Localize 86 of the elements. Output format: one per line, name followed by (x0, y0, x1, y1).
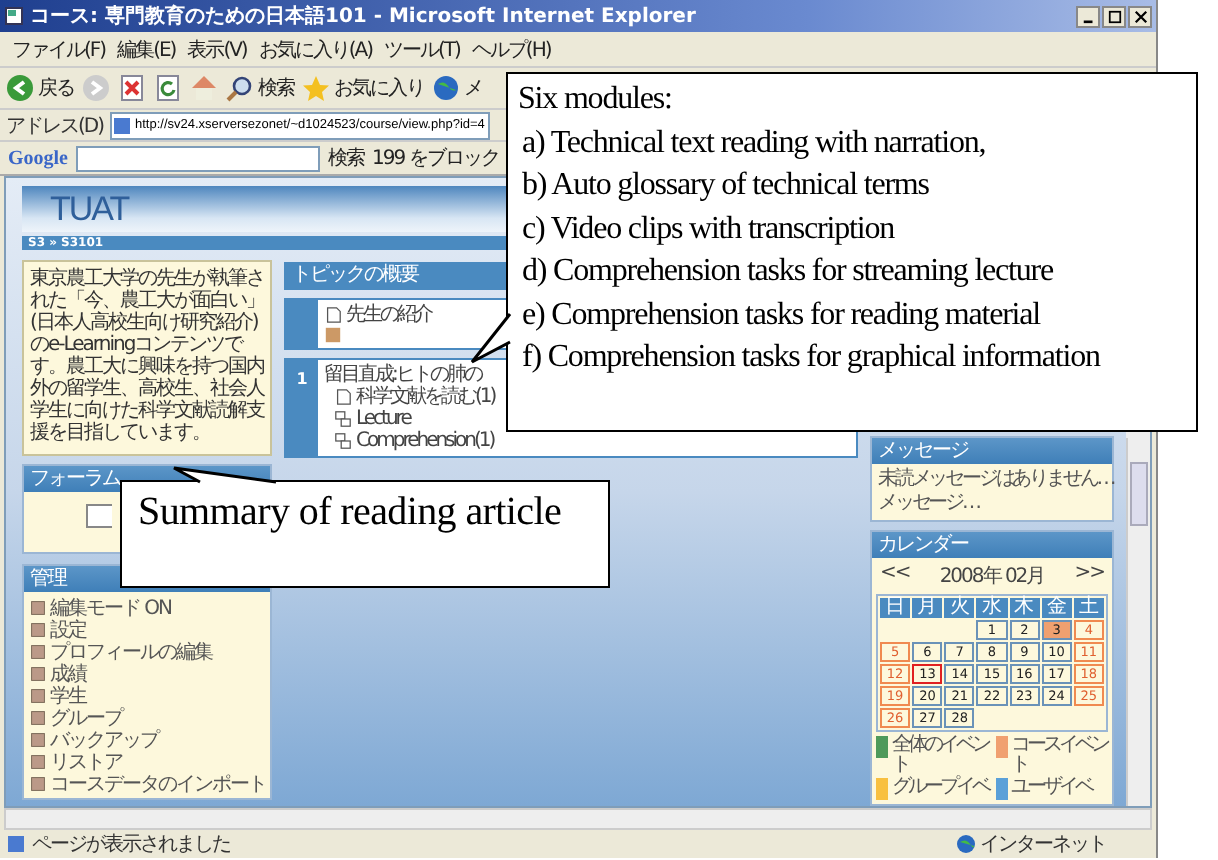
close-button[interactable] (1128, 5, 1152, 27)
weekday-header: 木 (1009, 598, 1040, 618)
media-button[interactable]: メ (432, 74, 482, 102)
globe-icon (956, 834, 976, 854)
admin-link[interactable]: 設定 (50, 615, 86, 643)
back-button[interactable]: 戻る (6, 74, 74, 102)
google-search-button[interactable]: 検索 (328, 144, 364, 172)
admin-link[interactable]: プロフィールの編集 (50, 637, 212, 665)
popup-blocker-button[interactable]: 199 をブロック (372, 144, 499, 172)
module-icon (334, 410, 352, 428)
callout-line: a) Technical text reading with narration, (520, 123, 988, 163)
refresh-icon[interactable] (154, 74, 182, 102)
menu-item[interactable]: ヘルプ(H) (471, 35, 551, 63)
weekday-header: 月 (912, 598, 943, 618)
section-title: トピックの概要 (292, 264, 418, 286)
star-icon (302, 74, 330, 102)
minimize-button[interactable] (1076, 5, 1100, 27)
search-field[interactable] (86, 504, 112, 528)
next-month-link[interactable]: >> (1074, 562, 1104, 590)
page-icon (111, 115, 132, 135)
admin-link[interactable]: 編集モード ON (50, 593, 172, 621)
window-title: コース: 専門教育のための日本語101 - Microsoft Internet Explorer (30, 2, 698, 30)
block-title: フォーラム (30, 468, 120, 490)
globe-icon (432, 74, 460, 102)
previous-month-link[interactable]: << (880, 562, 910, 590)
google-search-field[interactable] (76, 145, 320, 171)
status-text: ページが表示されました (32, 831, 232, 858)
callout-line: b) Auto glossary of technical terms (520, 166, 931, 206)
page-icon (6, 834, 26, 854)
callout-line: f) Comprehension tasks for graphical information (520, 338, 1103, 378)
menu-item[interactable]: 表示(V) (187, 35, 247, 63)
block-title: カレンダー (878, 534, 968, 556)
resource-link[interactable]: 先生の紹介 (346, 304, 431, 326)
admin-link[interactable]: グループ (50, 703, 122, 731)
callout-title: Summary of reading article (138, 490, 564, 536)
menu-item[interactable]: 編集(E) (117, 35, 176, 63)
close-icon (1133, 9, 1147, 23)
resource-link[interactable]: Comprehension(1) (356, 430, 494, 452)
weekday-header: 火 (944, 598, 975, 618)
weekday-header: 日 (880, 598, 911, 618)
favorites-button[interactable]: お気に入り (302, 74, 424, 102)
legend-label: 全体のイベント (892, 736, 989, 776)
maximize-button[interactable] (1102, 5, 1126, 27)
back-icon (6, 74, 34, 102)
page-icon (4, 6, 24, 26)
resource-link[interactable]: 科学文献を読む(1) (356, 386, 495, 408)
admin-link[interactable]: 学生 (50, 681, 86, 709)
legend-label: ユーザイベ (1011, 778, 1091, 798)
callout-line: d) Comprehension tasks for streaming lecture (520, 252, 1056, 292)
address-label: アドレス(D) (6, 113, 104, 139)
search-button[interactable]: 検索 (226, 74, 294, 102)
badge-icon (324, 326, 342, 344)
callout-title: Six modules: (518, 80, 674, 120)
section-number: 1 (296, 370, 308, 392)
vertical-scrollbar[interactable] (1126, 438, 1150, 806)
summary-text: 東京農工大学の先生が執筆された「今、農工大が面白い」(日本人高校生向け研究紹介)のe-Learningコンテンツです。農工大に興味を持つ国内外の留学生、高校生、社会人学生に向けた科学文献読解支援を目指しています。 (22, 260, 272, 456)
callout-line: e) Comprehension tasks for reading material (520, 295, 1043, 335)
stop-icon[interactable] (118, 74, 146, 102)
weekday-header: 水 (976, 598, 1008, 618)
admin-link[interactable]: 成績 (50, 659, 86, 687)
legend-label: コースイベント (1011, 736, 1108, 776)
menu-item[interactable]: ファイル(F) (12, 35, 106, 63)
weekday-header: 土 (1073, 598, 1104, 618)
topic-title: 留目直成:ヒトの肺の (324, 364, 484, 386)
module-icon (334, 432, 352, 450)
google-logo[interactable]: Google (8, 147, 68, 169)
legend-label: グループイベ (892, 778, 988, 798)
admin-link[interactable]: コースデータのインポート (50, 769, 266, 797)
zone-text: インターネット (980, 832, 1106, 858)
maximize-icon (1107, 9, 1121, 23)
callout-line: c) Video clips with transcription (520, 209, 897, 249)
month-label: 2008年 02月 (939, 564, 1045, 590)
weekday-header: 金 (1041, 598, 1072, 618)
messages-link[interactable]: メッセージ… (878, 492, 979, 516)
block-title: メッセージ (878, 440, 968, 462)
document-icon (334, 388, 352, 406)
menu-item[interactable]: ツール(T) (384, 35, 460, 63)
resource-link[interactable]: Lecture (356, 408, 410, 430)
admin-link[interactable]: リストア (50, 747, 122, 775)
site-logo: TUAT (50, 189, 129, 229)
search-icon (226, 74, 254, 102)
horizontal-scrollbar[interactable] (4, 808, 1152, 830)
document-icon (324, 306, 342, 324)
block-title: 管理 (30, 568, 66, 590)
admin-link[interactable]: バックアップ (50, 725, 158, 753)
menu-item[interactable]: お気に入り(A) (258, 35, 372, 63)
